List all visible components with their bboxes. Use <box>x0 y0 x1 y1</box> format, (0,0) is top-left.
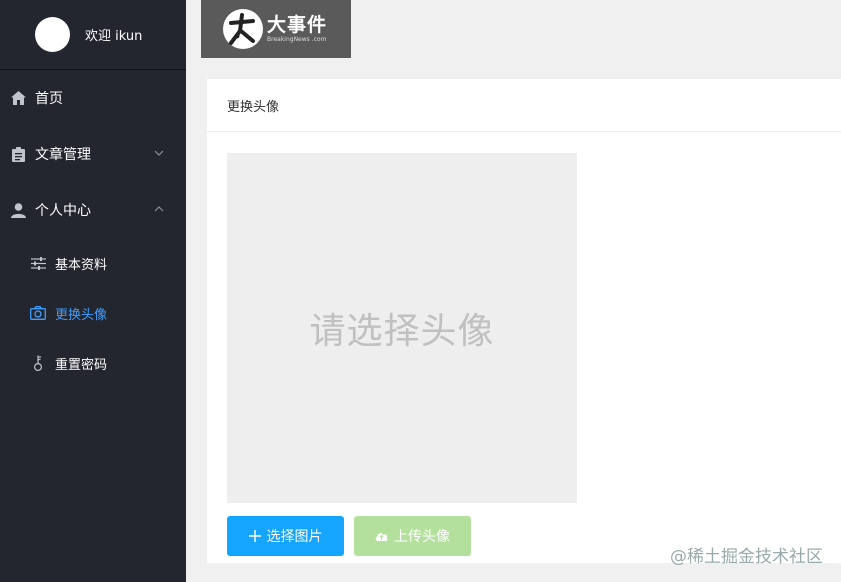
sidebar-item-label: 首页 <box>35 91 63 107</box>
sidebar-item-label: 更换头像 <box>55 307 108 323</box>
sidebar-item-label: 个人中心 <box>35 203 91 219</box>
logo-subtitle: BreakingNews .com <box>267 36 327 43</box>
home-icon <box>10 90 26 106</box>
sidebar-item-reset-password[interactable]: 重置密码 <box>0 338 186 388</box>
sidebar-item-basic-info[interactable]: 基本资料 <box>0 238 186 288</box>
watermark: @稀土掘金技术社区 <box>670 547 823 567</box>
chevron-down-icon <box>154 150 164 156</box>
key-icon <box>30 355 46 371</box>
app-logo[interactable]: 大事件 BreakingNews .com <box>201 0 351 58</box>
logo-title: 大事件 <box>267 14 328 36</box>
avatar[interactable] <box>35 17 70 52</box>
sidebar-item-label: 基本资料 <box>55 257 108 273</box>
logo-text: 大事件 BreakingNews .com <box>267 14 327 44</box>
clipboard-icon <box>10 146 26 162</box>
sidebar-item-label: 重置密码 <box>55 357 108 373</box>
camera-icon <box>30 305 46 321</box>
chevron-up-icon <box>154 206 164 212</box>
sidebar-item-profile[interactable]: 个人中心 <box>0 182 186 238</box>
user-info: 欢迎 ikun <box>0 0 186 70</box>
sidebar-item-home[interactable]: 首页 <box>0 70 186 126</box>
sidebar: 欢迎 ikun 首页 文章管理 个人中心 基本资料 更换头像 重置密码 <box>0 0 186 582</box>
sliders-icon <box>30 255 46 271</box>
sidebar-item-articles[interactable]: 文章管理 <box>0 126 186 182</box>
card-title: 更换头像 <box>207 79 841 132</box>
avatar-preview: 请选择头像 <box>227 153 577 503</box>
upload-avatar-button[interactable]: 上传头像 <box>354 516 471 556</box>
logo-mark-icon <box>223 9 263 49</box>
sidebar-item-label: 文章管理 <box>35 147 91 163</box>
plus-icon <box>248 530 261 542</box>
sidebar-item-change-avatar[interactable]: 更换头像 <box>0 288 186 338</box>
upload-avatar-label: 上传头像 <box>394 528 450 544</box>
select-image-label: 选择图片 <box>266 528 323 544</box>
preview-placeholder: 请选择头像 <box>309 311 495 352</box>
select-image-button[interactable]: 选择图片 <box>227 516 344 556</box>
avatar-card: 更换头像 请选择头像 选择图片 上传头像 <box>207 79 841 563</box>
user-icon <box>10 202 26 218</box>
welcome-text: 欢迎 ikun <box>85 29 143 44</box>
cloud-upload-icon <box>375 531 388 541</box>
